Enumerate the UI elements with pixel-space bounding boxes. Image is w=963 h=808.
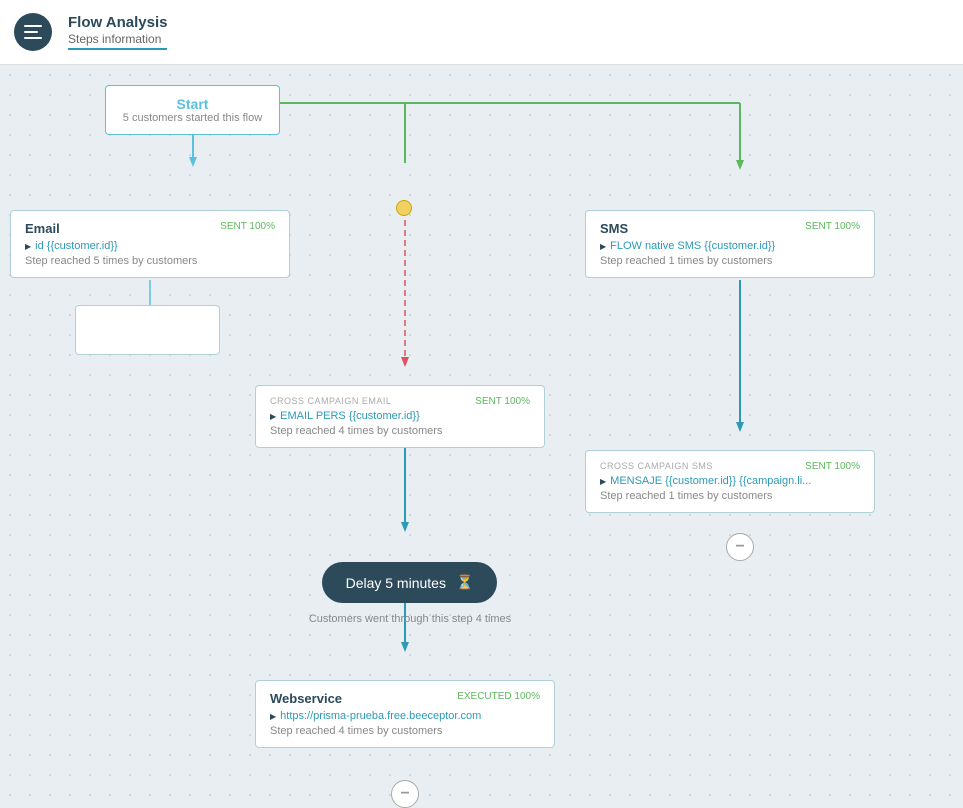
sms-link[interactable]: FLOW native SMS {{customer.id}} bbox=[600, 240, 860, 252]
hourglass-icon: ⏳ bbox=[456, 574, 473, 591]
email-node[interactable]: SENT 100% Email id {{customer.id}} Step … bbox=[10, 210, 290, 278]
start-node: Start 5 customers started this flow bbox=[105, 85, 280, 135]
delay-label: Delay 5 minutes bbox=[346, 575, 446, 591]
ccs-link[interactable]: MENSAJE {{customer.id}} {{campaign.li... bbox=[600, 475, 860, 487]
cce-link[interactable]: EMAIL PERS {{customer.id}} bbox=[270, 410, 530, 422]
webservice-link[interactable]: https://prisma-prueba.free.beeceptor.com bbox=[270, 710, 540, 722]
ccs-stat: Step reached 1 times by customers bbox=[600, 490, 860, 502]
webservice-stat: Step reached 4 times by customers bbox=[270, 725, 540, 737]
branch-circle bbox=[396, 200, 412, 216]
app-icon bbox=[14, 13, 52, 51]
cross-campaign-email-node[interactable]: SENT 100% CROSS CAMPAIGN EMAIL EMAIL PER… bbox=[255, 385, 545, 448]
minus-icon: − bbox=[735, 538, 744, 556]
flow-canvas: Start 5 customers started this flow SENT… bbox=[0, 65, 963, 802]
collapse-bottom-button[interactable]: − bbox=[391, 780, 419, 808]
hamburger-icon bbox=[24, 25, 42, 39]
delay-node[interactable]: Delay 5 minutes ⏳ bbox=[322, 562, 497, 603]
start-label: Start bbox=[116, 96, 269, 112]
page-subtitle: Steps information bbox=[68, 32, 167, 46]
ccs-status: SENT 100% bbox=[805, 461, 860, 472]
page-header: Flow Analysis Steps information bbox=[0, 0, 963, 65]
delay-stat: Customers went through this step 4 times bbox=[280, 613, 540, 625]
cce-status: SENT 100% bbox=[475, 396, 530, 407]
webservice-status: EXECUTED 100% bbox=[457, 691, 540, 702]
email-placeholder-box bbox=[75, 305, 220, 355]
collapse-sms-button[interactable]: − bbox=[726, 533, 754, 561]
header-tab: Flow Analysis Steps information bbox=[68, 14, 167, 50]
webservice-node[interactable]: EXECUTED 100% Webservice https://prisma-… bbox=[255, 680, 555, 748]
sms-stat: Step reached 1 times by customers bbox=[600, 255, 860, 267]
email-stat: Step reached 5 times by customers bbox=[25, 255, 275, 267]
email-status: SENT 100% bbox=[220, 221, 275, 232]
start-stat: 5 customers started this flow bbox=[116, 112, 269, 124]
sms-status: SENT 100% bbox=[805, 221, 860, 232]
minus-icon-bottom: − bbox=[400, 785, 409, 803]
cce-stat: Step reached 4 times by customers bbox=[270, 425, 530, 437]
email-link[interactable]: id {{customer.id}} bbox=[25, 240, 275, 252]
cross-campaign-sms-node[interactable]: SENT 100% CROSS CAMPAIGN SMS MENSAJE {{c… bbox=[585, 450, 875, 513]
sms-node[interactable]: SENT 100% SMS FLOW native SMS {{customer… bbox=[585, 210, 875, 278]
page-title: Flow Analysis bbox=[68, 14, 167, 32]
